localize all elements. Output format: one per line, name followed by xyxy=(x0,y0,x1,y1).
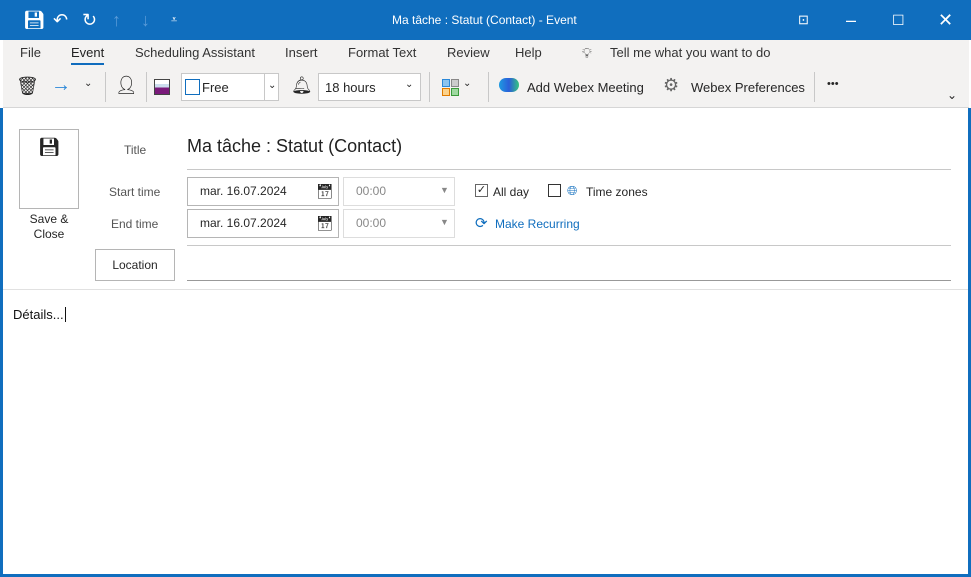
divider xyxy=(3,289,968,290)
chevron-down-icon: ⌄ xyxy=(405,79,414,90)
menu-bar: File Event Scheduling Assistant Insert F… xyxy=(3,40,969,68)
invite-attendees-icon[interactable]: 👤︎ xyxy=(115,75,138,96)
end-time-value: 00:00 xyxy=(356,216,387,230)
end-time-label: End time xyxy=(111,217,159,231)
calendar-icon[interactable]: 📅︎ xyxy=(316,183,334,200)
undo-icon[interactable]: ↶ xyxy=(53,8,68,32)
tab-insert[interactable]: Insert xyxy=(285,45,318,60)
location-input[interactable] xyxy=(187,280,951,281)
save-icon[interactable]: 💾︎ xyxy=(23,8,46,32)
end-time-dropdown[interactable]: 00:00 ▼ xyxy=(343,209,455,238)
end-date-value: mar. 16.07.2024 xyxy=(200,216,287,230)
maximize-button[interactable]: ☐ xyxy=(892,8,905,32)
show-as-dropdown[interactable]: Free ⌄ xyxy=(181,73,279,101)
delete-icon[interactable]: 🗑︎ xyxy=(16,76,39,97)
time-zones-label: Time zones xyxy=(586,185,648,199)
save-close-icon: 💾︎ xyxy=(38,137,61,157)
tell-me-search[interactable]: Tell me what you want to do xyxy=(610,45,770,60)
ribbon: 🗑︎ → ⌄ 👤︎ Free ⌄ 🔔︎ 18 hours ⌄ ⌄ Add Web… xyxy=(3,68,969,108)
recurrence-icon: ⟳ xyxy=(475,215,488,232)
title-bar: 💾︎ ↶ ↻ ↑ ↓ ⩡ Ma tâche : Statut (Contact)… xyxy=(0,0,971,40)
show-as-value: Free xyxy=(202,80,229,95)
webex-preferences-button[interactable]: Webex Preferences xyxy=(691,80,805,95)
window-title: Ma tâche : Statut (Contact) - Event xyxy=(392,13,577,27)
dropdown-arrow-icon: ▼ xyxy=(440,217,449,227)
tab-help[interactable]: Help xyxy=(515,45,542,60)
redo-icon[interactable]: ↻ xyxy=(82,8,97,32)
start-time-label: Start time xyxy=(109,185,161,199)
tab-review[interactable]: Review xyxy=(447,45,490,60)
details-body[interactable]: Détails... xyxy=(13,307,66,322)
free-swatch xyxy=(185,79,200,95)
divider xyxy=(488,72,489,102)
end-date-input[interactable]: mar. 16.07.2024 📅︎ xyxy=(187,209,339,238)
all-day-checkbox[interactable]: ✓ xyxy=(475,184,488,197)
add-webex-meeting-button[interactable]: Add Webex Meeting xyxy=(527,80,644,95)
divider xyxy=(187,169,951,170)
tab-file[interactable]: File xyxy=(20,45,41,60)
collapse-ribbon-icon[interactable]: ⌄ xyxy=(947,88,957,102)
gear-icon: ⚙︎ xyxy=(663,75,680,95)
chevron-down-icon[interactable]: ⌄ xyxy=(463,78,471,89)
divider xyxy=(814,72,815,102)
lightbulb-icon: 💡︎ xyxy=(582,45,592,61)
divider xyxy=(105,72,106,102)
categorize-icon[interactable] xyxy=(442,79,459,96)
up-icon: ↑ xyxy=(112,10,121,30)
globe-icon: 🌐︎ xyxy=(567,183,578,198)
show-as-icon xyxy=(154,79,170,95)
location-button[interactable]: Location xyxy=(95,249,175,281)
tab-scheduling-assistant[interactable]: Scheduling Assistant xyxy=(135,45,255,60)
title-input[interactable]: Ma tâche : Statut (Contact) xyxy=(187,136,402,157)
chevron-down-icon[interactable]: ⌄ xyxy=(264,74,276,100)
bell-icon: 🔔︎ xyxy=(291,76,313,95)
webex-icon xyxy=(499,78,519,92)
customize-icon[interactable]: ⩡ xyxy=(171,8,177,32)
reminder-dropdown[interactable]: 18 hours ⌄ xyxy=(318,73,421,101)
start-time-value: 00:00 xyxy=(356,184,387,198)
down-icon: ↓ xyxy=(141,10,150,30)
calendar-icon[interactable]: 📅︎ xyxy=(316,215,334,232)
save-close-button[interactable]: 💾︎ Save & Close xyxy=(19,129,79,241)
start-time-dropdown[interactable]: 00:00 ▼ xyxy=(343,177,455,206)
close-button[interactable]: ✕ xyxy=(938,8,953,32)
title-label: Title xyxy=(124,143,147,157)
start-date-value: mar. 16.07.2024 xyxy=(200,184,287,198)
divider xyxy=(187,245,951,246)
dropdown-arrow-icon: ▼ xyxy=(440,185,449,195)
tab-event[interactable]: Event xyxy=(71,45,105,65)
chevron-down-icon[interactable]: ⌄ xyxy=(84,78,92,89)
start-date-input[interactable]: mar. 16.07.2024 📅︎ xyxy=(187,177,339,206)
divider xyxy=(146,72,147,102)
forward-icon[interactable]: → xyxy=(51,74,71,97)
make-recurring-button[interactable]: Make Recurring xyxy=(495,217,580,231)
ribbon-display-icon[interactable]: ⊡ xyxy=(798,8,809,32)
minimize-button[interactable]: – xyxy=(846,8,856,32)
more-options-button[interactable]: ••• xyxy=(827,78,839,90)
divider xyxy=(429,72,430,102)
tab-format-text[interactable]: Format Text xyxy=(348,45,416,60)
all-day-label: All day xyxy=(493,185,530,199)
window-border xyxy=(0,108,3,577)
time-zones-checkbox[interactable] xyxy=(548,184,561,197)
save-close-label: Save & Close xyxy=(29,212,69,241)
reminder-value: 18 hours xyxy=(325,80,376,95)
